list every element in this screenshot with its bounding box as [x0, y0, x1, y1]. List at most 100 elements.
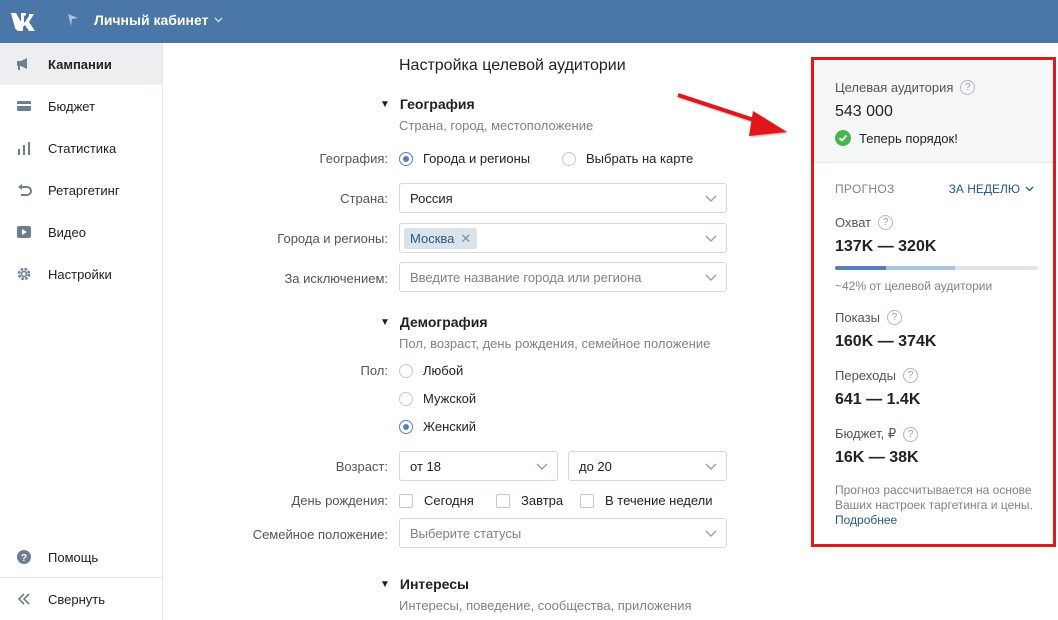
help-icon[interactable]: ? — [903, 426, 919, 442]
form-label: Возраст: — [335, 459, 388, 474]
help-icon[interactable]: ? — [886, 310, 902, 325]
sidebar-item-retargeting[interactable]: Ретаргетинг — [0, 169, 162, 211]
chevron-down-icon — [705, 274, 717, 281]
radio-circle — [562, 151, 576, 166]
radio-sex-female[interactable]: Женский — [399, 419, 476, 434]
status-text: Теперь порядок! — [859, 130, 958, 146]
checkbox-bday-tomorrow[interactable]: Завтра — [496, 493, 563, 508]
radio-circle — [399, 151, 413, 166]
top-header: Личный кабинет — [0, 0, 1058, 43]
chevron-down-icon — [705, 195, 717, 202]
cities-select[interactable]: Москва ✕ — [399, 223, 727, 253]
sidebar-item-label: Ретаргетинг — [48, 182, 120, 198]
close-icon[interactable]: ✕ — [460, 231, 471, 247]
section-interests-toggle[interactable]: ▼ Интересы — [380, 576, 469, 592]
sidebar-item-label: Бюджет — [48, 98, 96, 114]
clicks-label: Переходы — [835, 368, 896, 383]
radio-cities-regions[interactable]: Города и регионы — [399, 151, 530, 166]
except-input[interactable]: Введите название города или региона — [399, 262, 727, 292]
age-from-select[interactable]: от 18 — [399, 451, 558, 481]
help-icon[interactable]: ? — [960, 80, 976, 95]
tag-label: Москва — [410, 231, 455, 246]
checkbox-bday-today[interactable]: Сегодня — [399, 493, 474, 508]
help-icon: ? — [16, 549, 32, 565]
forecast-heading: ПРОГНОЗ — [835, 182, 895, 196]
impressions-label-row: Показы ? — [835, 310, 902, 325]
reach-progress-bar — [835, 266, 1038, 270]
reach-note: ~42% от целевой аудитории — [835, 279, 993, 293]
double-chevron-left-icon — [16, 591, 32, 607]
check-circle-icon — [835, 130, 851, 146]
section-subtitle: Страна, город, местоположение — [399, 118, 594, 133]
clicks-label-row: Переходы ? — [835, 368, 918, 383]
radio-label: Любой — [423, 363, 464, 378]
sidebar: Кампании Бюджет Статистика Ретаргетинг В… — [0, 43, 163, 620]
country-select[interactable]: Россия — [399, 183, 727, 213]
family-status-select[interactable]: Выберите статусы — [399, 518, 727, 548]
chevron-down-icon — [705, 463, 717, 470]
form-label: День рождения: — [291, 493, 388, 508]
sidebar-item-settings[interactable]: Настройки — [0, 253, 162, 295]
radio-circle — [399, 419, 413, 434]
radio-sex-any[interactable]: Любой — [399, 363, 463, 378]
forecast-note: Прогноз рассчитывается на основе Ваших н… — [835, 483, 1035, 528]
period-dropdown[interactable]: ЗА НЕДЕЛЮ — [949, 182, 1034, 196]
sidebar-item-label: Статистика — [48, 140, 117, 156]
radio-circle — [399, 391, 413, 406]
stats-icon — [16, 140, 32, 156]
gear-icon — [16, 266, 32, 282]
triangle-down-icon: ▼ — [380, 98, 390, 110]
red-arrow-annotation — [677, 93, 787, 136]
form-label: География: — [319, 151, 388, 166]
reach-bar-range — [885, 266, 955, 270]
help-icon[interactable]: ? — [902, 368, 918, 383]
video-icon — [16, 224, 32, 240]
form-label: Страна: — [340, 191, 388, 206]
checkbox-bday-week[interactable]: В течение недели — [580, 493, 713, 508]
sidebar-item-stats[interactable]: Статистика — [0, 127, 162, 169]
vk-logo-icon[interactable] — [9, 10, 41, 32]
sidebar-item-label: Помощь — [48, 549, 99, 565]
sidebar-item-budget[interactable]: Бюджет — [0, 85, 162, 127]
section-demo-toggle[interactable]: ▼ Демография — [380, 314, 488, 330]
select-placeholder: Выберите статусы — [410, 526, 522, 541]
audience-summary: Целевая аудитория ? 543 000 Теперь поряд… — [814, 60, 1053, 163]
section-geo-toggle[interactable]: ▼ География — [380, 96, 475, 112]
age-to-select[interactable]: до 20 — [568, 451, 727, 481]
select-value: до 20 — [579, 459, 612, 474]
reach-label: Охват — [835, 215, 872, 230]
section-heading: Интересы — [399, 576, 469, 592]
radio-select-map[interactable]: Выбрать на карте — [562, 151, 693, 166]
checkbox-label: Завтра — [521, 493, 564, 508]
chevron-down-icon — [536, 463, 548, 470]
note-text: Прогноз рассчитывается на основе Ваших н… — [835, 483, 1033, 512]
more-link[interactable]: Подробнее — [835, 513, 897, 527]
account-menu[interactable]: Личный кабинет — [66, 12, 223, 28]
radio-label: Женский — [423, 419, 476, 434]
radio-circle — [399, 363, 413, 378]
chevron-down-icon — [1025, 186, 1034, 192]
checkbox-box — [399, 493, 413, 508]
audience-forecast-panel: Целевая аудитория ? 543 000 Теперь поряд… — [811, 57, 1056, 547]
sidebar-item-label: Кампании — [48, 56, 112, 72]
sidebar-collapse-button[interactable]: Свернуть — [0, 578, 162, 620]
reach-value: 137K — 320K — [835, 238, 937, 255]
budget-label: Бюджет, ₽ — [835, 426, 897, 441]
sidebar-item-video[interactable]: Видео — [0, 211, 162, 253]
period-label: ЗА НЕДЕЛЮ — [948, 182, 1020, 196]
budget-value: 16K — 38K — [835, 449, 919, 466]
sidebar-item-help[interactable]: ? Помощь — [0, 536, 162, 578]
section-subtitle: Интересы, поведение, сообщества, приложе… — [399, 598, 692, 613]
form-label: Города и регионы: — [277, 231, 388, 246]
section-heading: Демография — [399, 314, 488, 330]
account-title: Личный кабинет — [94, 12, 209, 28]
section-heading: География — [399, 96, 475, 112]
page-title: Настройка целевой аудитории — [399, 57, 626, 74]
chevron-down-icon — [705, 235, 717, 242]
sidebar-item-campaigns[interactable]: Кампании — [0, 43, 162, 85]
checkbox-label: Сегодня — [424, 493, 474, 508]
help-icon[interactable]: ? — [878, 215, 894, 230]
status-ok: Теперь порядок! — [835, 130, 958, 146]
radio-sex-male[interactable]: Мужской — [399, 391, 476, 406]
flag-icon — [68, 14, 78, 26]
